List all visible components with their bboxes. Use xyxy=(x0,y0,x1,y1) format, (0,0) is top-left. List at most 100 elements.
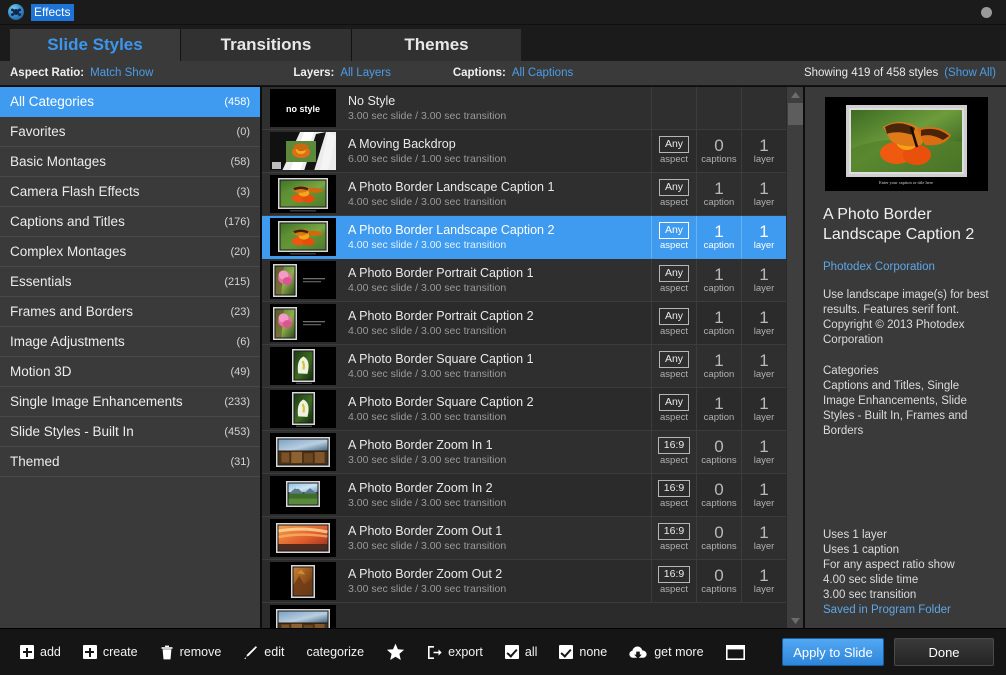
style-captions-count: 1 xyxy=(714,178,724,198)
export-button[interactable]: export xyxy=(427,645,483,660)
style-layers-count: 1 xyxy=(759,221,769,241)
select-all-button[interactable]: all xyxy=(504,645,537,659)
create-button[interactable]: create xyxy=(82,645,138,659)
scroll-up-arrow-icon[interactable] xyxy=(787,87,804,102)
preview-title: A Photo Border Landscape Caption 2 xyxy=(823,206,975,243)
style-layers-count: 1 xyxy=(759,565,769,585)
style-row[interactable]: A Photo Border Landscape Caption 1 4.00 s… xyxy=(262,173,786,216)
favorite-button[interactable] xyxy=(386,643,405,661)
export-button-label: export xyxy=(448,645,483,659)
category-count: (23) xyxy=(230,305,250,318)
style-layers-count: 1 xyxy=(759,393,769,413)
aspect-ratio-label: Aspect Ratio: xyxy=(10,67,85,79)
done-button[interactable]: Done xyxy=(894,638,994,666)
style-title: A Photo Border Zoom In 2 xyxy=(348,480,493,495)
select-none-label: none xyxy=(579,645,608,659)
style-row[interactable]: A Photo Border Portrait Caption 2 4.00 se… xyxy=(262,302,786,345)
style-row[interactable]: A Photo Border Square Caption 2 4.00 sec … xyxy=(262,388,786,431)
preview-categories-value: Captions and Titles, Single Image Enhanc… xyxy=(823,380,968,437)
style-aspect-value: Any xyxy=(658,351,690,368)
category-item[interactable]: Motion 3D (49) xyxy=(0,357,260,387)
aspect-ratio-value[interactable]: Match Show xyxy=(90,67,153,79)
showing-status: Showing 419 of 458 styles (Show All) xyxy=(804,67,996,79)
style-row[interactable]: A Photo Border Square Caption 1 4.00 sec … xyxy=(262,345,786,388)
style-thumbnail xyxy=(270,132,336,170)
style-row[interactable]: A Photo Border Landscape Caption 2 4.00 s… xyxy=(262,216,786,259)
style-captions-column: 0 captions xyxy=(696,560,741,602)
style-timing: 4.00 sec slide / 3.00 sec transition xyxy=(348,195,507,208)
select-none-button[interactable]: none xyxy=(559,645,607,659)
category-count: (0) xyxy=(236,125,250,138)
category-item[interactable]: Essentials (215) xyxy=(0,267,260,297)
category-count: (233) xyxy=(224,395,250,408)
scrollbar-thumb[interactable] xyxy=(788,103,803,125)
layers-value[interactable]: All Layers xyxy=(340,67,391,79)
get-more-button[interactable]: get more xyxy=(629,645,704,659)
style-list-panel: no style No Style 3.00 sec slide / 3.00 se… xyxy=(262,87,804,628)
tab-transitions[interactable]: Transitions xyxy=(181,29,352,61)
style-row[interactable]: A Photo Border Zoom Out 2 3.00 sec slide … xyxy=(262,560,786,603)
cloud-download-icon xyxy=(629,645,648,659)
preview-saved-location[interactable]: Saved in Program Folder xyxy=(823,603,993,618)
category-count: (176) xyxy=(224,215,250,228)
style-captions-count: 0 xyxy=(714,565,724,585)
style-captions-column xyxy=(696,87,741,129)
tab-bar: Slide Styles Transitions Themes xyxy=(0,25,1006,61)
style-row[interactable]: A Photo Border Zoom Out 1 3.00 sec slide … xyxy=(262,517,786,560)
category-item[interactable]: Themed (31) xyxy=(0,447,260,477)
remove-button[interactable]: remove xyxy=(160,645,221,660)
style-row[interactable]: A Photo Border Portrait Caption 1 4.00 se… xyxy=(262,259,786,302)
category-item[interactable]: All Categories (458) xyxy=(0,87,260,117)
style-captions-column: 0 captions xyxy=(696,517,741,559)
category-item[interactable]: Single Image Enhancements (233) xyxy=(0,387,260,417)
tab-slide-styles[interactable]: Slide Styles xyxy=(10,29,181,61)
style-thumbnail xyxy=(270,476,336,514)
toolbar-actions: Apply to Slide Done xyxy=(782,638,994,666)
style-layers-caption: layer xyxy=(753,411,775,423)
style-aspect-value: Any xyxy=(658,394,690,411)
apply-to-slide-button[interactable]: Apply to Slide xyxy=(782,638,884,666)
category-item[interactable]: Image Adjustments (6) xyxy=(0,327,260,357)
add-button[interactable]: add xyxy=(20,645,61,659)
style-captions-caption: caption xyxy=(703,325,735,337)
scroll-down-arrow-icon[interactable] xyxy=(787,613,804,628)
style-captions-count: 0 xyxy=(714,436,724,456)
style-thumbnail xyxy=(270,218,336,256)
category-item[interactable]: Complex Montages (20) xyxy=(0,237,260,267)
category-item[interactable]: Slide Styles - Built In (453) xyxy=(0,417,260,447)
effects-window: Effects Slide Styles Transitions Themes … xyxy=(0,0,1006,675)
style-layers-caption: layer xyxy=(753,368,775,380)
show-all-link[interactable]: (Show All) xyxy=(944,67,996,79)
style-row[interactable]: A Photo Border Zoom In 2 3.00 sec slide /… xyxy=(262,474,786,517)
bottom-toolbar: add create remove edit categorize export… xyxy=(0,628,1006,675)
style-row[interactable]: no style No Style 3.00 sec slide / 3.00 se… xyxy=(262,87,786,130)
category-label: Frames and Borders xyxy=(10,304,134,319)
category-item[interactable]: Basic Montages (58) xyxy=(0,147,260,177)
style-timing: 6.00 sec slide / 1.00 sec transition xyxy=(348,152,507,165)
category-item[interactable]: Captions and Titles (176) xyxy=(0,207,260,237)
category-item[interactable]: Frames and Borders (23) xyxy=(0,297,260,327)
style-aspect-caption: aspect xyxy=(660,369,688,380)
style-meta: A Photo Border Square Caption 1 4.00 sec … xyxy=(336,345,651,387)
tab-themes[interactable]: Themes xyxy=(352,29,521,61)
style-row[interactable]: A Moving Backdrop 6.00 sec slide / 1.00 s… xyxy=(262,130,786,173)
checkbox-checked-icon xyxy=(559,645,574,659)
style-row[interactable]: A Photo Border Zoom In 1 3.00 sec slide /… xyxy=(262,431,786,474)
style-thumbnail xyxy=(270,261,336,299)
captions-value[interactable]: All Captions xyxy=(512,67,573,79)
style-captions-column: 1 caption xyxy=(696,173,741,215)
category-item[interactable]: Favorites (0) xyxy=(0,117,260,147)
category-item[interactable]: Camera Flash Effects (3) xyxy=(0,177,260,207)
scrollbar-track[interactable] xyxy=(787,102,804,613)
style-list: no style No Style 3.00 sec slide / 3.00 se… xyxy=(262,87,786,628)
edit-button[interactable]: edit xyxy=(243,645,284,660)
preview-vendor[interactable]: Photodex Corporation xyxy=(823,261,990,273)
style-layers-column: 1 layer xyxy=(741,560,786,602)
categorize-button[interactable]: categorize xyxy=(306,645,364,659)
window-dot-button[interactable] xyxy=(981,7,992,18)
style-captions-caption: caption xyxy=(703,239,735,251)
style-row[interactable] xyxy=(262,603,786,628)
style-list-scrollbar[interactable] xyxy=(786,87,804,628)
category-count: (6) xyxy=(236,335,250,348)
window-layout-button[interactable] xyxy=(725,644,745,660)
